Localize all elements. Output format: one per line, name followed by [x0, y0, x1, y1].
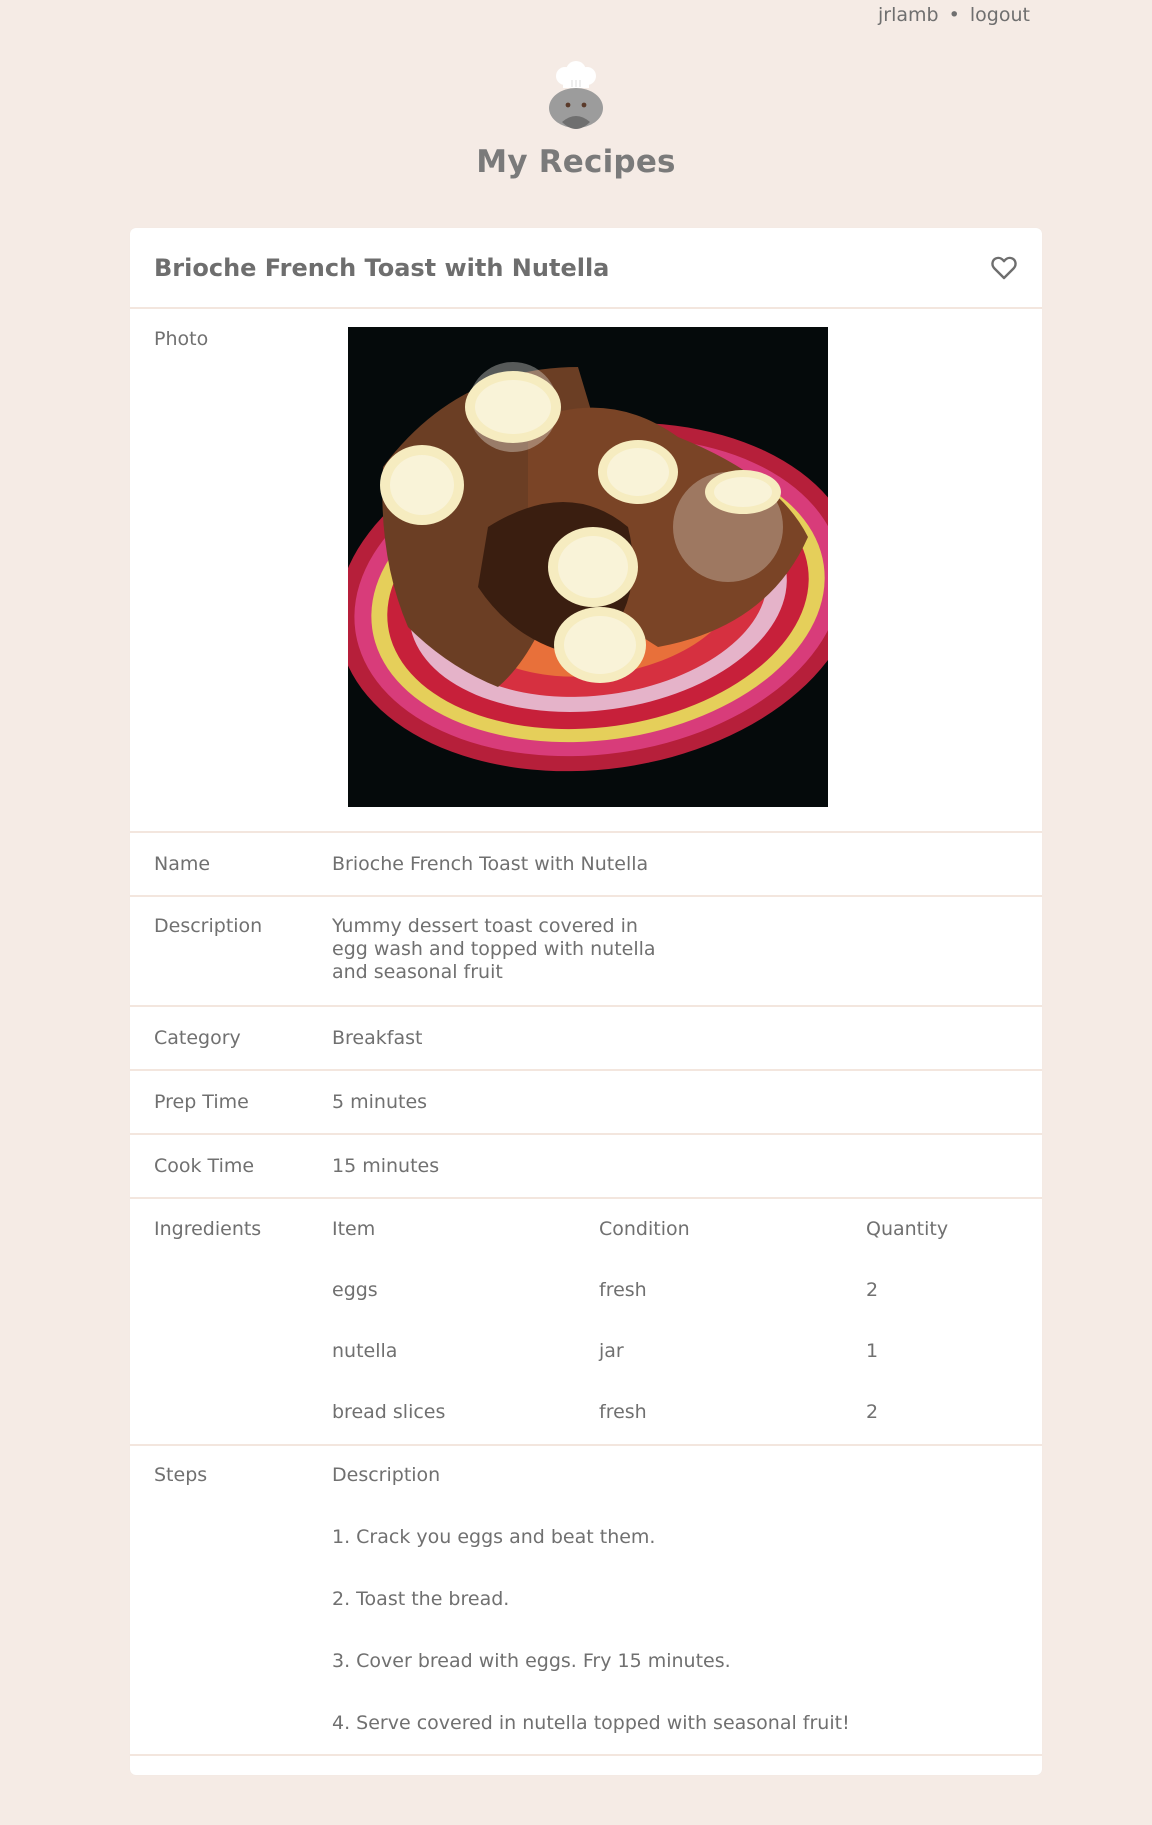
description-label: Description	[154, 915, 263, 937]
ingredient-item: nutella	[332, 1340, 398, 1362]
cook-time-value: 15 minutes	[332, 1155, 440, 1177]
recipe-card: Brioche French Toast with Nutella Photo	[130, 228, 1042, 1775]
list-item: 3. Cover bread with eggs. Fry 15 minutes…	[332, 1650, 731, 1672]
prep-time-row: Prep Time 5 minutes	[130, 1071, 1042, 1135]
ingredient-condition: fresh	[599, 1279, 647, 1301]
ingredients-label: Ingredients	[154, 1218, 262, 1240]
logout-link[interactable]: logout	[970, 4, 1030, 26]
steps-label: Steps	[154, 1464, 208, 1486]
ingredients-header-row: Item Condition Quantity	[332, 1218, 1026, 1279]
category-value: Breakfast	[332, 1027, 423, 1049]
ingredients-table: Item Condition Quantity eggs fresh 2 nut…	[332, 1199, 1026, 1444]
list-item: 2. Toast the bread.	[332, 1588, 510, 1610]
table-row: nutella jar 1	[332, 1340, 1026, 1401]
username-link[interactable]: jrlamb	[878, 4, 939, 26]
ingredient-quantity: 1	[866, 1340, 879, 1362]
category-label: Category	[154, 1027, 241, 1049]
steps-row: Steps Description 1. Crack you eggs and …	[130, 1446, 1042, 1756]
steps-list: Description 1. Crack you eggs and beat t…	[332, 1446, 850, 1754]
table-row: eggs fresh 2	[332, 1279, 1026, 1340]
ingredient-quantity: 2	[866, 1401, 879, 1423]
recipe-title: Brioche French Toast with Nutella	[154, 253, 610, 282]
list-item: 1. Crack you eggs and beat them.	[332, 1526, 656, 1548]
name-label: Name	[154, 853, 211, 875]
ingredient-item: eggs	[332, 1279, 378, 1301]
heart-icon[interactable]	[990, 255, 1018, 281]
ingredient-quantity: 2	[866, 1279, 879, 1301]
ingredient-condition: jar	[599, 1340, 624, 1362]
site-title: My Recipes	[476, 144, 676, 180]
prep-time-label: Prep Time	[154, 1091, 249, 1113]
list-item: 4. Serve covered in nutella topped with …	[332, 1712, 850, 1734]
ingredients-row: Ingredients Item Condition Quantity eggs…	[130, 1199, 1042, 1446]
site-brand: My Recipes	[0, 60, 1152, 180]
description-value: Yummy dessert toast covered in egg wash …	[332, 915, 656, 983]
separator-dot: •	[948, 4, 960, 26]
ingredients-header-condition: Condition	[599, 1218, 690, 1240]
user-menu: jrlamb • logout	[878, 4, 1030, 26]
prep-time-value: 5 minutes	[332, 1091, 428, 1113]
description-row: Description Yummy dessert toast covered …	[130, 897, 1042, 1007]
photo-label: Photo	[154, 328, 209, 350]
photo-row: Photo	[130, 309, 1042, 833]
ingredients-header-quantity: Quantity	[866, 1218, 949, 1240]
chef-logo-icon[interactable]	[541, 60, 611, 140]
cook-time-row: Cook Time 15 minutes	[130, 1135, 1042, 1199]
cook-time-label: Cook Time	[154, 1155, 255, 1177]
recipe-photo	[348, 327, 828, 807]
category-row: Category Breakfast	[130, 1007, 1042, 1071]
name-row: Name Brioche French Toast with Nutella	[130, 833, 1042, 897]
recipe-card-header: Brioche French Toast with Nutella	[130, 228, 1042, 309]
name-value: Brioche French Toast with Nutella	[332, 853, 649, 875]
steps-header: Description	[332, 1464, 441, 1486]
ingredients-header-item: Item	[332, 1218, 376, 1240]
